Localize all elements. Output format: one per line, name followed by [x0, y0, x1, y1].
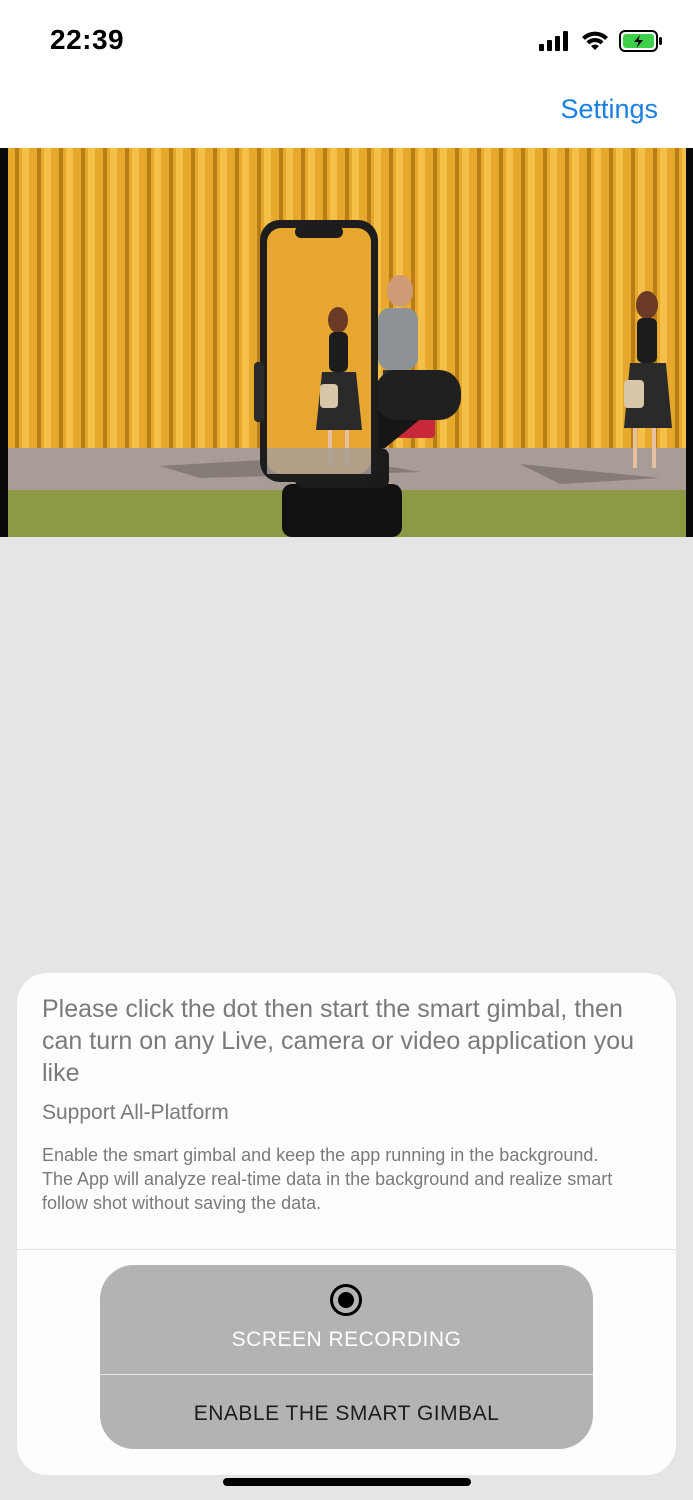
status-icons	[539, 30, 663, 52]
record-dot-icon[interactable]	[329, 1283, 363, 1317]
wifi-icon	[582, 31, 608, 50]
home-indicator[interactable]	[223, 1478, 471, 1486]
status-bar: 22:39	[0, 0, 693, 80]
action-button-group: SCREEN RECORDING ENABLE THE SMART GIMBAL	[100, 1265, 593, 1449]
sheet-title: Please click the dot then start the smar…	[42, 995, 635, 1087]
cellular-signal-icon	[539, 31, 568, 51]
screen-recording-button[interactable]: SCREEN RECORDING	[100, 1265, 593, 1374]
info-sheet: Please click the dot then start the smar…	[17, 973, 676, 1475]
hero-image	[0, 148, 693, 537]
status-time: 22:39	[50, 24, 125, 55]
screen-recording-label: SCREEN RECORDING	[231, 1328, 462, 1351]
battery-charging-icon	[619, 30, 662, 52]
enable-smart-gimbal-label: ENABLE THE SMART GIMBAL	[193, 1402, 500, 1425]
nav-bar: Settings	[0, 80, 693, 148]
sheet-description: Enable the smart gimbal and keep the app…	[42, 1145, 613, 1213]
sheet-subtitle: Support All-Platform	[42, 1101, 229, 1124]
gimbal-promo-illustration	[0, 148, 693, 537]
sheet-divider	[17, 1249, 676, 1250]
enable-smart-gimbal-button[interactable]: ENABLE THE SMART GIMBAL	[100, 1375, 593, 1449]
settings-button[interactable]: Settings	[560, 94, 658, 125]
